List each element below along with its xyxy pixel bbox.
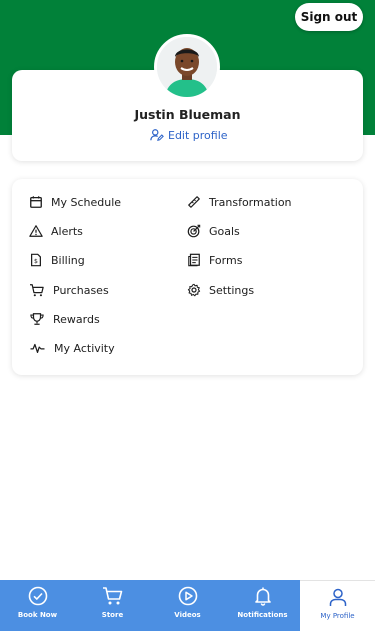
cart-icon	[30, 284, 44, 297]
menu-label: Forms	[209, 253, 243, 267]
check-circle-icon	[28, 586, 47, 606]
sign-out-button[interactable]: Sign out	[295, 3, 363, 31]
menu-card: My Schedule Alerts $ Billing Purchases R…	[12, 179, 363, 375]
menu-item-goals[interactable]: Goals	[187, 221, 240, 241]
nav-label: Notifications	[237, 611, 288, 619]
calendar-icon	[30, 196, 42, 208]
svg-text:$: $	[34, 258, 38, 265]
menu-item-my-schedule[interactable]: My Schedule	[29, 192, 121, 212]
edit-profile-link[interactable]: Edit profile	[150, 128, 228, 142]
menu-item-alerts[interactable]: Alerts	[29, 221, 83, 241]
menu-label: My Schedule	[51, 195, 122, 209]
menu-item-rewards[interactable]: Rewards	[29, 309, 100, 329]
gear-icon	[187, 283, 201, 297]
nav-store[interactable]: Store	[75, 580, 150, 631]
edit-profile-label: Edit profile	[168, 128, 228, 142]
user-name: Justin Blueman	[134, 107, 241, 122]
menu-item-settings[interactable]: Settings	[187, 280, 254, 300]
menu-label: Transformation	[209, 195, 292, 209]
user-icon	[329, 588, 346, 606]
nav-notifications[interactable]: Notifications	[225, 580, 300, 631]
menu-item-purchases[interactable]: Purchases	[29, 280, 109, 300]
activity-icon	[30, 343, 45, 353]
ruler-icon	[188, 196, 200, 208]
menu-label: Rewards	[53, 312, 100, 326]
menu-label: Purchases	[53, 283, 109, 297]
bottom-navigation: Book Now Store Videos Notifications My P…	[0, 580, 375, 631]
menu-item-transformation[interactable]: Transformation	[187, 192, 292, 212]
nav-book-now[interactable]: Book Now	[0, 580, 75, 631]
nav-my-profile[interactable]: My Profile	[300, 580, 375, 631]
warning-icon	[29, 225, 43, 237]
menu-label: Goals	[209, 224, 240, 238]
nav-videos[interactable]: Videos	[150, 580, 225, 631]
avatar[interactable]	[154, 34, 220, 100]
play-circle-icon	[178, 586, 197, 606]
person-photo-icon	[157, 37, 217, 97]
menu-label: Billing	[51, 253, 85, 267]
menu-item-my-activity[interactable]: My Activity	[29, 338, 115, 358]
nav-label: Book Now	[17, 611, 58, 619]
bell-icon	[254, 587, 271, 606]
menu-item-forms[interactable]: Forms	[187, 250, 242, 270]
invoice-icon: $	[31, 253, 41, 267]
menu-label: Settings	[209, 283, 255, 297]
target-icon	[187, 224, 201, 238]
trophy-icon	[30, 313, 44, 325]
nav-label: Videos	[174, 611, 201, 619]
edit-user-icon	[150, 129, 164, 141]
cart-icon	[102, 587, 122, 605]
nav-label: My Profile	[320, 612, 355, 620]
nav-label: Store	[101, 611, 124, 619]
menu-item-billing[interactable]: $ Billing	[29, 250, 85, 270]
menu-label: Alerts	[51, 224, 83, 238]
forms-icon	[188, 253, 200, 267]
menu-label: My Activity	[54, 341, 115, 355]
